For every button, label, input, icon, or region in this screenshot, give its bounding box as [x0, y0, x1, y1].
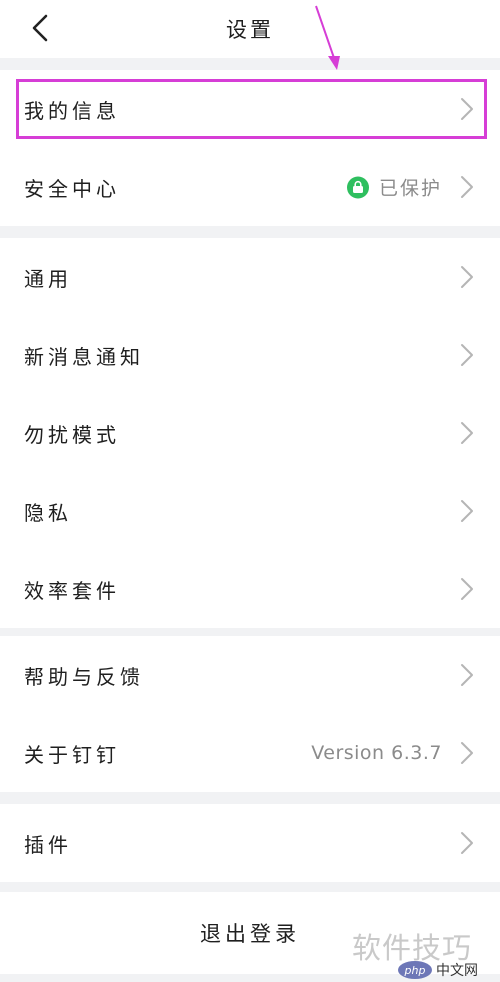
security-center-row[interactable]: 安全中心 已保护 [0, 148, 500, 226]
plugins-group: 插件 [0, 804, 500, 882]
chevron-right-icon [461, 578, 473, 600]
row-label: 勿扰模式 [24, 422, 120, 447]
row-label: 帮助与反馈 [24, 664, 144, 689]
row-label: 我的信息 [24, 98, 120, 123]
watermark-badge: php 中文网 [398, 960, 478, 980]
row-label: 效率套件 [24, 578, 120, 603]
account-group: 我的信息 安全中心 已保护 [0, 70, 500, 226]
row-label: 插件 [24, 832, 72, 857]
row-label: 安全中心 [24, 176, 120, 201]
do-not-disturb-row[interactable]: 勿扰模式 [0, 394, 500, 472]
page-title: 设置 [226, 18, 274, 42]
about-dingtalk-row[interactable]: 关于钉钉 Version 6.3.7 [0, 714, 500, 792]
settings-screen: 设置 我的信息 安全中心 已保护 通用 新消息通知 勿扰模式 隐私 效率套件 帮… [0, 0, 500, 982]
php-logo: php [398, 961, 432, 979]
row-label: 隐私 [24, 500, 72, 525]
row-label: 关于钉钉 [24, 742, 120, 767]
row-label: 新消息通知 [24, 344, 144, 369]
notifications-row[interactable]: 新消息通知 [0, 316, 500, 394]
lock-icon [346, 176, 369, 198]
chevron-right-icon [461, 500, 473, 522]
version-text: Version 6.3.7 [311, 742, 442, 764]
efficiency-suite-row[interactable]: 效率套件 [0, 550, 500, 628]
chevron-right-icon [461, 98, 473, 120]
version-value: Version 6.3.7 [311, 742, 442, 764]
row-label: 通用 [24, 266, 72, 291]
help-feedback-row[interactable]: 帮助与反馈 [0, 636, 500, 714]
preferences-group: 通用 新消息通知 勿扰模式 隐私 效率套件 [0, 238, 500, 628]
my-info-row[interactable]: 我的信息 [0, 70, 500, 148]
plugins-row[interactable]: 插件 [0, 804, 500, 882]
privacy-row[interactable]: 隐私 [0, 472, 500, 550]
chevron-right-icon [461, 742, 473, 764]
chevron-right-icon [461, 176, 473, 198]
security-status: 已保护 [346, 174, 442, 201]
chevron-right-icon [461, 344, 473, 366]
general-row[interactable]: 通用 [0, 238, 500, 316]
top-bar: 设置 [0, 0, 500, 58]
chevron-right-icon [461, 832, 473, 854]
logout-label: 退出登录 [200, 922, 300, 946]
chevron-right-icon [461, 664, 473, 686]
badge-text: 中文网 [436, 963, 478, 979]
support-group: 帮助与反馈 关于钉钉 Version 6.3.7 [0, 636, 500, 792]
security-status-text: 已保护 [378, 177, 442, 200]
chevron-right-icon [461, 266, 473, 288]
chevron-right-icon [461, 422, 473, 444]
